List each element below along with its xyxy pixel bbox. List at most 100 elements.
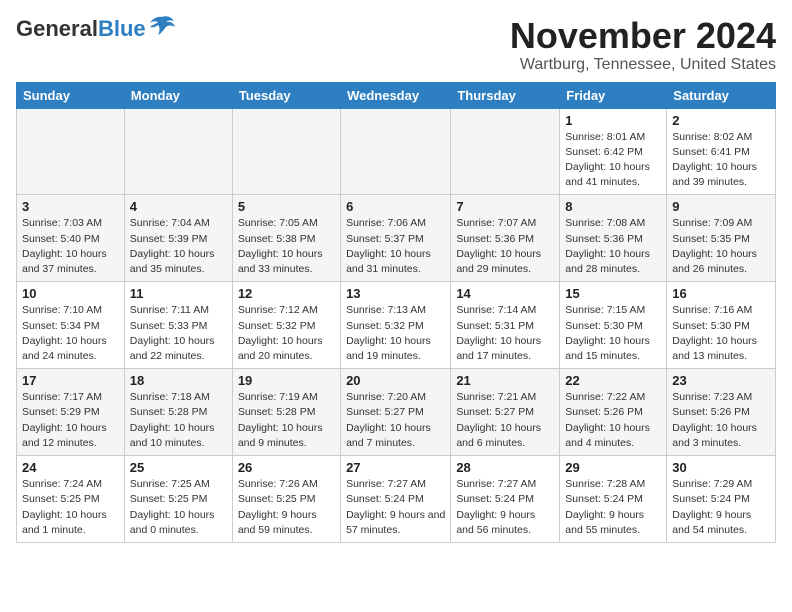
- calendar-cell: 5Sunrise: 7:05 AMSunset: 5:38 PMDaylight…: [232, 195, 340, 282]
- calendar-cell: [341, 108, 451, 195]
- sunrise: Sunrise: 7:05 AM: [238, 217, 318, 229]
- sunset: Sunset: 5:30 PM: [672, 320, 750, 332]
- header-tuesday: Tuesday: [232, 82, 340, 108]
- day-info: Sunrise: 7:27 AMSunset: 5:24 PMDaylight:…: [346, 477, 445, 538]
- header-wednesday: Wednesday: [341, 82, 451, 108]
- calendar-cell: 10 Sunrise: 7:10 AMSunset: 5:34 PMDayligh…: [17, 282, 125, 369]
- calendar-cell: 24Sunrise: 7:24 AMSunset: 5:25 PMDayligh…: [17, 456, 125, 543]
- day-info: Sunrise: 7:29 AMSunset: 5:24 PMDaylight:…: [672, 477, 770, 538]
- daylight: Daylight: 10 hours and 12 minutes.: [22, 422, 107, 449]
- day-info: Sunrise: 7:07 AMSunset: 5:36 PMDaylight:…: [456, 216, 554, 277]
- logo-bird-icon: [148, 15, 176, 37]
- header-saturday: Saturday: [667, 82, 776, 108]
- day-number: 26: [238, 460, 335, 475]
- sunrise: Sunrise: 7:27 AM: [346, 478, 426, 490]
- daylight: Daylight: 10 hours and 24 minutes.: [22, 335, 107, 362]
- daylight: Daylight: 9 hours and 54 minutes.: [672, 509, 751, 536]
- sunset: Sunset: 6:41 PM: [672, 146, 750, 158]
- day-number: 4: [130, 199, 227, 214]
- calendar-week-row: 1Sunrise: 8:01 AMSunset: 6:42 PMDaylight…: [17, 108, 776, 195]
- sunset: Sunset: 5:33 PM: [130, 320, 208, 332]
- sunset: Sunset: 5:34 PM: [22, 320, 100, 332]
- sunset: Sunset: 5:30 PM: [565, 320, 643, 332]
- sunset: Sunset: 5:36 PM: [456, 233, 534, 245]
- day-number: 14: [456, 286, 554, 301]
- calendar-week-row: 24Sunrise: 7:24 AMSunset: 5:25 PMDayligh…: [17, 456, 776, 543]
- day-info: Sunrise: 7:25 AMSunset: 5:25 PMDaylight:…: [130, 477, 227, 538]
- day-number: 10: [22, 286, 119, 301]
- sunset: Sunset: 5:24 PM: [565, 493, 643, 505]
- calendar-week-row: 10 Sunrise: 7:10 AMSunset: 5:34 PMDayligh…: [17, 282, 776, 369]
- sunset: Sunset: 5:36 PM: [565, 233, 643, 245]
- day-number: 9: [672, 199, 770, 214]
- daylight: Daylight: 10 hours and 9 minutes.: [238, 422, 323, 449]
- day-info: Sunrise: 7:08 AMSunset: 5:36 PMDaylight:…: [565, 216, 661, 277]
- sunrise: Sunrise: 7:12 AM: [238, 304, 318, 316]
- day-info: Sunrise: 8:02 AMSunset: 6:41 PMDaylight:…: [672, 130, 770, 191]
- sunset: Sunset: 5:39 PM: [130, 233, 208, 245]
- calendar-cell: 19Sunrise: 7:19 AMSunset: 5:28 PMDayligh…: [232, 369, 340, 456]
- sunrise: Sunrise: 7:04 AM: [130, 217, 210, 229]
- daylight: Daylight: 9 hours and 55 minutes.: [565, 509, 644, 536]
- calendar-cell: 21Sunrise: 7:21 AMSunset: 5:27 PMDayligh…: [451, 369, 560, 456]
- sunrise: Sunrise: 8:02 AM: [672, 131, 752, 143]
- day-info: Sunrise: 7:09 AMSunset: 5:35 PMDaylight:…: [672, 216, 770, 277]
- day-number: 21: [456, 373, 554, 388]
- sunset: Sunset: 5:27 PM: [456, 406, 534, 418]
- sunset: Sunset: 5:27 PM: [346, 406, 424, 418]
- sunrise: Sunrise: 7:21 AM: [456, 391, 536, 403]
- day-number: 12: [238, 286, 335, 301]
- day-number: 13: [346, 286, 445, 301]
- day-info: Sunrise: 7:11 AMSunset: 5:33 PMDaylight:…: [130, 303, 227, 364]
- day-info: Sunrise: 7:21 AMSunset: 5:27 PMDaylight:…: [456, 390, 554, 451]
- sunset: Sunset: 5:38 PM: [238, 233, 316, 245]
- day-info: Sunrise: 7:17 AMSunset: 5:29 PMDaylight:…: [22, 390, 119, 451]
- sunrise: Sunrise: 7:19 AM: [238, 391, 318, 403]
- logo: General Blue: [16, 16, 176, 42]
- day-number: 30: [672, 460, 770, 475]
- logo-blue: Blue: [98, 16, 146, 42]
- day-info: Sunrise: 7:10 AMSunset: 5:34 PMDaylight:…: [22, 303, 119, 364]
- calendar-cell: 25Sunrise: 7:25 AMSunset: 5:25 PMDayligh…: [124, 456, 232, 543]
- daylight: Daylight: 10 hours and 4 minutes.: [565, 422, 650, 449]
- sunrise: Sunrise: 7:20 AM: [346, 391, 426, 403]
- sunrise: Sunrise: 7:17 AM: [22, 391, 102, 403]
- day-number: 19: [238, 373, 335, 388]
- sunrise: Sunrise: 7:27 AM: [456, 478, 536, 490]
- day-info: Sunrise: 7:26 AMSunset: 5:25 PMDaylight:…: [238, 477, 335, 538]
- calendar-cell: [124, 108, 232, 195]
- daylight: Daylight: 10 hours and 41 minutes.: [565, 161, 650, 188]
- daylight: Daylight: 10 hours and 15 minutes.: [565, 335, 650, 362]
- daylight: Daylight: 10 hours and 3 minutes.: [672, 422, 757, 449]
- calendar-cell: [232, 108, 340, 195]
- day-info: Sunrise: 7:04 AMSunset: 5:39 PMDaylight:…: [130, 216, 227, 277]
- calendar-cell: 27Sunrise: 7:27 AMSunset: 5:24 PMDayligh…: [341, 456, 451, 543]
- daylight: Daylight: 10 hours and 33 minutes.: [238, 248, 323, 275]
- daylight: Daylight: 10 hours and 13 minutes.: [672, 335, 757, 362]
- day-number: 6: [346, 199, 445, 214]
- calendar-cell: 26 Sunrise: 7:26 AMSunset: 5:25 PMDayligh…: [232, 456, 340, 543]
- daylight: Daylight: 10 hours and 29 minutes.: [456, 248, 541, 275]
- sunrise: Sunrise: 7:09 AM: [672, 217, 752, 229]
- sunset: Sunset: 5:24 PM: [456, 493, 534, 505]
- sunrise: Sunrise: 8:01 AM: [565, 131, 645, 143]
- sunset: Sunset: 5:26 PM: [565, 406, 643, 418]
- calendar-cell: 1Sunrise: 8:01 AMSunset: 6:42 PMDaylight…: [560, 108, 667, 195]
- day-number: 2: [672, 113, 770, 128]
- sunrise: Sunrise: 7:14 AM: [456, 304, 536, 316]
- calendar-cell: 6Sunrise: 7:06 AMSunset: 5:37 PMDaylight…: [341, 195, 451, 282]
- sunset: Sunset: 5:25 PM: [22, 493, 100, 505]
- day-info: Sunrise: 7:24 AMSunset: 5:25 PMDaylight:…: [22, 477, 119, 538]
- day-number: 23: [672, 373, 770, 388]
- day-number: 3: [22, 199, 119, 214]
- day-number: 28: [456, 460, 554, 475]
- day-number: 16: [672, 286, 770, 301]
- daylight: Daylight: 10 hours and 1 minute.: [22, 509, 107, 536]
- calendar-cell: 15Sunrise: 7:15 AMSunset: 5:30 PMDayligh…: [560, 282, 667, 369]
- daylight: Daylight: 10 hours and 19 minutes.: [346, 335, 431, 362]
- title-area: November 2024 Wartburg, Tennessee, Unite…: [510, 16, 776, 74]
- sunrise: Sunrise: 7:26 AM: [238, 478, 318, 490]
- day-number: 20: [346, 373, 445, 388]
- calendar-cell: 29Sunrise: 7:28 AMSunset: 5:24 PMDayligh…: [560, 456, 667, 543]
- day-info: Sunrise: 7:18 AMSunset: 5:28 PMDaylight:…: [130, 390, 227, 451]
